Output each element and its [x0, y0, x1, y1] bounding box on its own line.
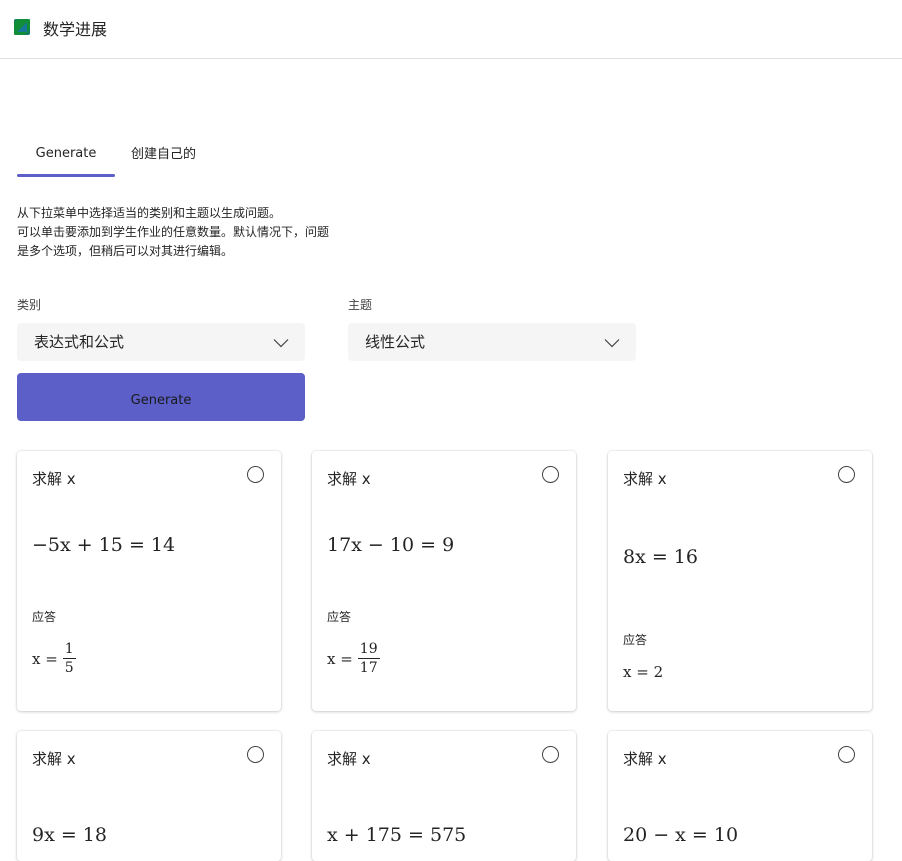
question-equation: x + 175 = 575 — [327, 824, 467, 846]
question-card[interactable]: 求解 x 17x − 10 = 9 应答 x = 19 17 — [312, 451, 576, 711]
tab-selected-indicator — [17, 174, 115, 177]
question-card[interactable]: 求解 x x + 175 = 575 — [312, 731, 576, 861]
app-header: 数学进展 — [0, 0, 902, 59]
category-dropdown[interactable]: 表达式和公式 — [17, 323, 305, 361]
answer-value: x = 2 — [623, 663, 664, 681]
question-prompt: 求解 x — [327, 750, 371, 768]
category-label: 类别 — [17, 298, 42, 312]
select-radio[interactable] — [542, 746, 559, 763]
answer-fraction: 19 17 — [357, 641, 380, 676]
select-radio[interactable] — [247, 746, 264, 763]
select-radio[interactable] — [838, 466, 855, 483]
fraction-numerator: 1 — [62, 641, 76, 659]
question-prompt: 求解 x — [623, 470, 667, 488]
question-card[interactable]: 求解 x 20 − x = 10 — [608, 731, 872, 861]
question-equation: 17x − 10 = 9 — [327, 534, 455, 556]
question-card[interactable]: 求解 x 9x = 18 — [17, 731, 281, 861]
app-logo-icon — [14, 19, 30, 35]
topic-value: 线性公式 — [365, 333, 426, 351]
question-equation: 8x = 16 — [623, 546, 698, 568]
question-prompt: 求解 x — [32, 470, 76, 488]
instructions-line: 是多个选项，但稍后可以对其进行编辑。 — [17, 244, 234, 258]
generate-button[interactable]: Generate — [17, 373, 305, 421]
question-equation: −5x + 15 = 14 — [32, 534, 176, 556]
category-value: 表达式和公式 — [34, 333, 125, 351]
tab-create-own-label: 创建自己的 — [131, 147, 197, 162]
fraction-denominator: 5 — [64, 660, 74, 676]
select-radio[interactable] — [542, 466, 559, 483]
answer-lhs: x = — [327, 649, 353, 668]
topic-label: 主题 — [348, 298, 373, 312]
tab-create-own[interactable]: 创建自己的 — [131, 143, 196, 162]
app-title: 数学进展 — [43, 20, 108, 39]
answer-value: x = 19 17 — [327, 641, 380, 676]
answer-fraction: 1 5 — [62, 641, 76, 676]
select-radio[interactable] — [247, 466, 264, 483]
fraction-numerator: 19 — [357, 641, 380, 659]
answer-label: 应答 — [32, 610, 57, 624]
question-equation: 9x = 18 — [32, 824, 107, 846]
select-radio[interactable] — [838, 746, 855, 763]
tab-generate-label: Generate — [35, 146, 97, 161]
question-card[interactable]: 求解 x 8x = 16 应答 x = 2 — [608, 451, 872, 711]
answer-value: x = 1 5 — [32, 641, 76, 676]
answer-label: 应答 — [327, 610, 352, 624]
question-equation: 20 − x = 10 — [623, 824, 739, 846]
answer-label: 应答 — [623, 633, 648, 647]
answer-lhs: x = — [32, 649, 58, 668]
instructions-text: 从下拉菜单中选择适当的类别和主题以生成问题。 可以单击要添加到学生作业的任意数量… — [17, 204, 377, 261]
topic-dropdown[interactable]: 线性公式 — [348, 323, 636, 361]
fraction-denominator: 17 — [359, 660, 378, 676]
chevron-down-icon — [273, 339, 289, 348]
question-prompt: 求解 x — [623, 750, 667, 768]
tab-generate[interactable]: Generate — [17, 144, 115, 177]
question-card[interactable]: 求解 x −5x + 15 = 14 应答 x = 1 5 — [17, 451, 281, 711]
question-prompt: 求解 x — [32, 750, 76, 768]
question-prompt: 求解 x — [327, 470, 371, 488]
instructions-line: 可以单击要添加到学生作业的任意数量。默认情况下，问题 — [17, 225, 330, 239]
chevron-down-icon — [604, 339, 620, 348]
instructions-line: 从下拉菜单中选择适当的类别和主题以生成问题。 — [17, 206, 282, 220]
